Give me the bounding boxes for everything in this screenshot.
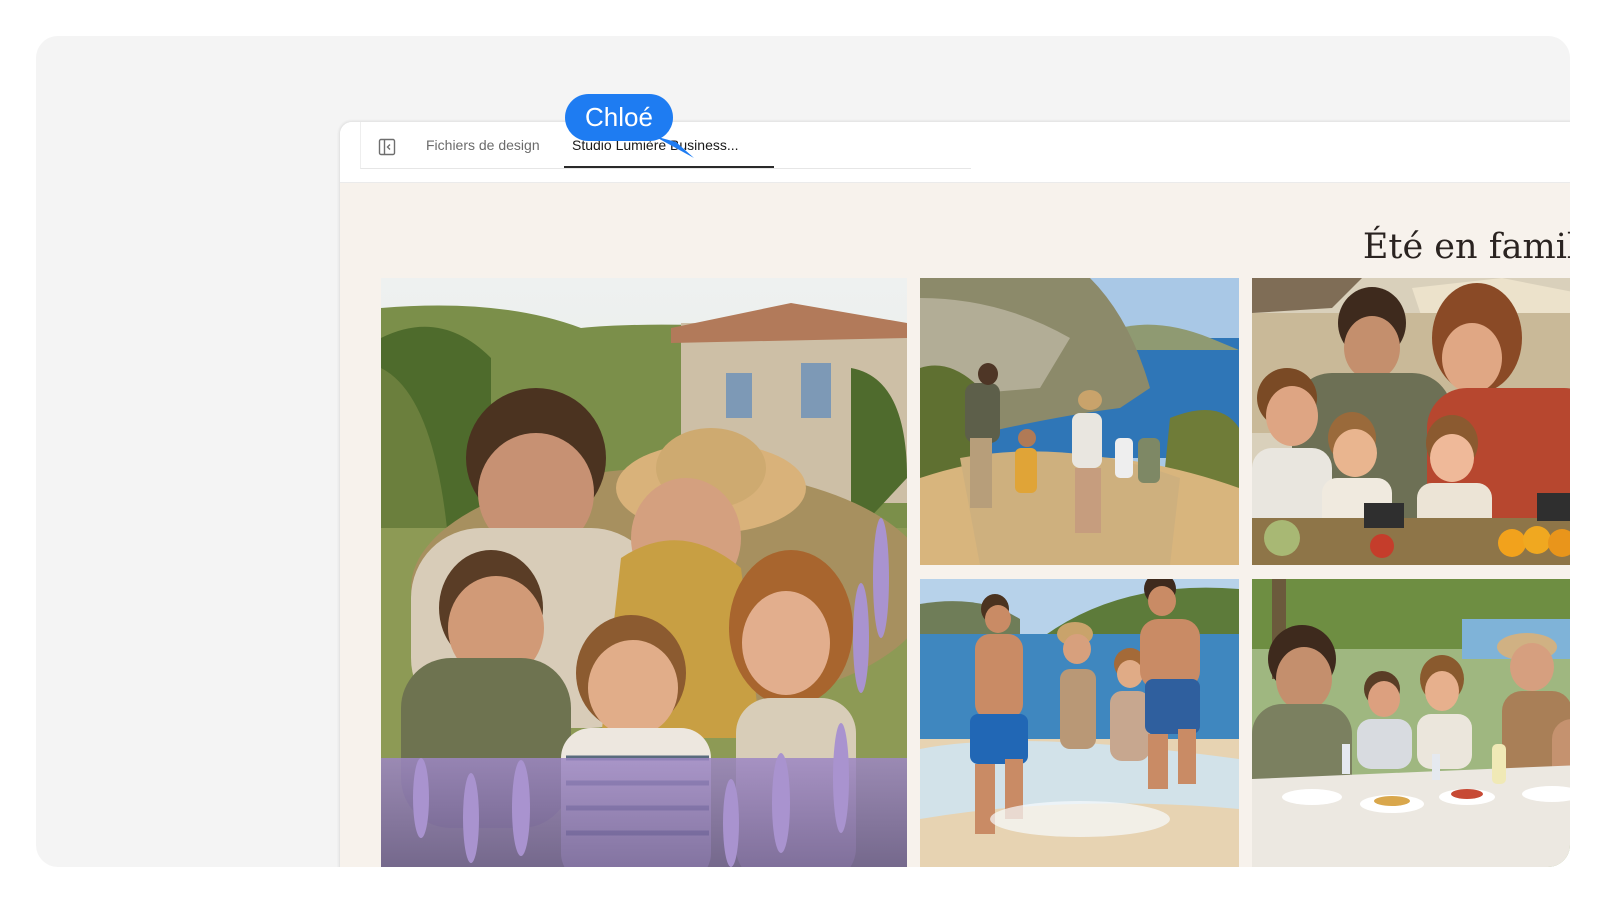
sidebar-toggle-icon[interactable] (378, 138, 396, 156)
collaborator-name-badge: Chloé (565, 94, 673, 141)
outer-frame: Fichiers de design Studio Lumière Busine… (36, 36, 1570, 867)
family-lavender-photo[interactable] (381, 278, 907, 867)
active-tab-indicator (564, 166, 774, 168)
design-canvas[interactable]: Été en famille (340, 183, 1570, 867)
outdoor-dinner-photo[interactable] (1252, 579, 1570, 867)
tab-design-files[interactable]: Fichiers de design (426, 137, 540, 153)
beach-run-photo[interactable] (920, 579, 1239, 867)
market-photo[interactable] (1252, 278, 1570, 565)
app-window: Fichiers de design Studio Lumière Busine… (340, 122, 1570, 867)
tab-bar: Fichiers de design Studio Lumière Busine… (340, 122, 1570, 183)
album-title[interactable]: Été en famille (1363, 227, 1570, 267)
coastal-hike-photo[interactable] (920, 278, 1239, 565)
